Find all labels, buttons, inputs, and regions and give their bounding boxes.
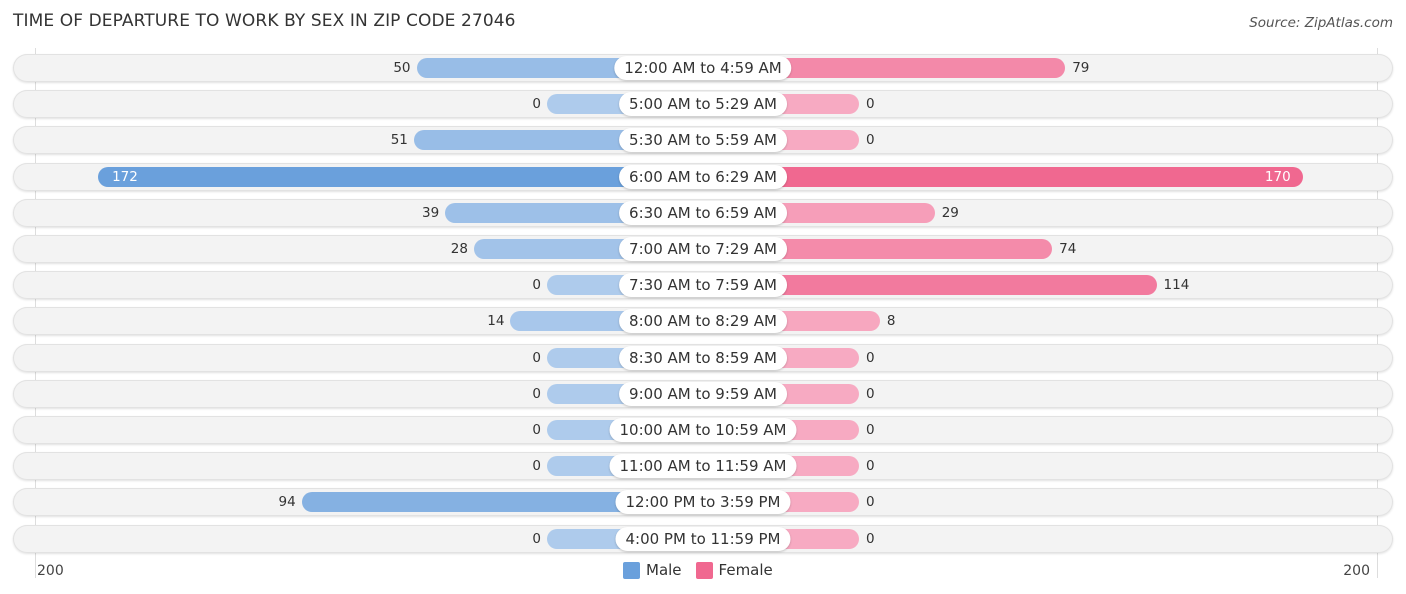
bar-male [98,166,703,187]
category-label: 6:00 AM to 6:29 AM [619,164,787,189]
category-label: 4:00 PM to 11:59 PM [615,526,791,551]
category-label: 10:00 AM to 10:59 AM [609,418,797,442]
value-label-male: 39 [422,204,440,221]
value-label-male: 0 [532,458,541,475]
chart-title: TIME OF DEPARTURE TO WORK BY SEX IN ZIP … [13,11,516,31]
chart-container: TIME OF DEPARTURE TO WORK BY SEX IN ZIP … [0,0,1406,594]
legend-label-male: Male [646,561,682,579]
bar-female [703,166,1303,187]
value-label-female: 0 [866,530,875,547]
category-label: 11:00 AM to 11:59 AM [609,454,797,479]
value-label-female: 0 [866,458,875,475]
value-label-female: 0 [866,494,875,511]
category-label: 9:00 AM to 9:59 AM [619,381,787,406]
value-label-female: 8 [886,313,896,330]
value-label-male: 0 [532,422,541,438]
value-label-male: 0 [532,530,541,547]
value-label-male: 50 [393,60,411,76]
category-label: 12:00 PM to 3:59 PM [615,490,791,515]
legend-swatch-female [695,561,713,579]
value-label-male: 0 [532,96,541,113]
axis-label-left: 200 [37,563,64,579]
value-label-male: 51 [390,132,408,149]
value-label-female: 0 [866,96,875,113]
category-label: 5:00 AM to 5:29 AM [619,92,787,117]
legend-swatch-male [623,561,640,579]
value-label-male: 0 [532,385,541,402]
value-label-male: 172 [112,168,138,185]
legend: Male Female [623,561,773,579]
value-label-female: 79 [1072,60,1090,76]
category-label: 6:30 AM to 6:59 AM [619,200,787,225]
category-label: 12:00 AM to 4:59 AM [614,56,792,80]
value-label-female: 29 [941,204,959,221]
legend-label-female: Female [718,561,773,579]
value-label-female: 0 [866,132,875,149]
value-label-female: 0 [866,422,875,438]
value-label-female: 170 [1264,168,1291,185]
category-label: 7:00 AM to 7:29 AM [619,237,787,261]
value-label-male: 0 [532,277,541,294]
value-label-male: 28 [450,241,468,257]
value-label-male: 0 [532,349,541,366]
value-label-female: 74 [1059,241,1077,257]
category-label: 8:30 AM to 8:59 AM [619,345,787,370]
category-label: 5:30 AM to 5:59 AM [619,128,787,153]
value-label-female: 0 [866,349,875,366]
chart-source: Source: ZipAtlas.com [1249,15,1393,31]
value-label-female: 114 [1163,277,1190,294]
axis-label-right: 200 [1343,563,1370,579]
value-label-female: 0 [866,385,875,402]
category-label: 8:00 AM to 8:29 AM [619,309,787,334]
value-label-male: 94 [278,494,296,511]
value-label-male: 14 [487,313,505,330]
category-label: 7:30 AM to 7:59 AM [619,273,787,298]
